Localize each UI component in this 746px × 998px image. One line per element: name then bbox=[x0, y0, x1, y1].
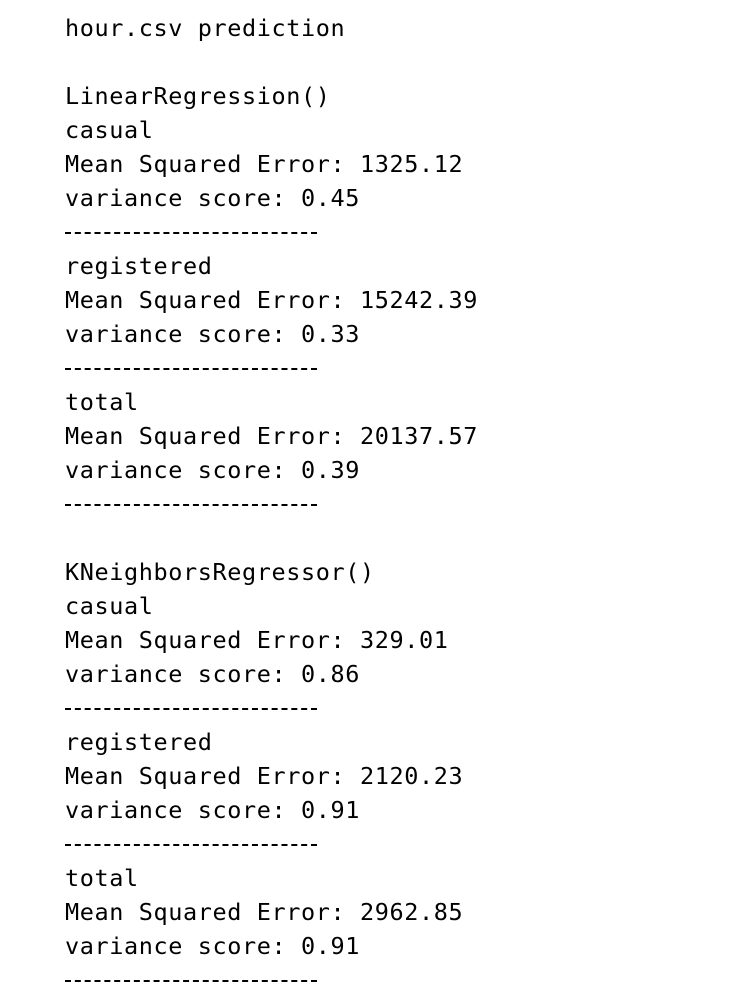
model-block-linear-regression: LinearRegression() casual Mean Squared E… bbox=[65, 79, 725, 521]
target-name: casual bbox=[65, 592, 154, 620]
target-block-registered: registered Mean Squared Error: 2120.23 v… bbox=[65, 725, 725, 861]
separator bbox=[65, 691, 317, 725]
separator bbox=[65, 215, 317, 249]
target-name: total bbox=[65, 864, 139, 892]
mse-line: Mean Squared Error: 2962.85 bbox=[65, 898, 464, 926]
target-name: casual bbox=[65, 116, 154, 144]
console-output: hour.csv prediction LinearRegression() c… bbox=[65, 11, 725, 997]
mse-line: Mean Squared Error: 20137.57 bbox=[65, 422, 478, 450]
mse-line: Mean Squared Error: 15242.39 bbox=[65, 286, 478, 314]
target-block-total: total Mean Squared Error: 2962.85 varian… bbox=[65, 861, 725, 997]
variance-line: variance score: 0.91 bbox=[65, 796, 360, 824]
model-name: KNeighborsRegressor() bbox=[65, 558, 375, 586]
target-name: total bbox=[65, 388, 139, 416]
mse-line: Mean Squared Error: 1325.12 bbox=[65, 150, 464, 178]
target-block-casual: casual Mean Squared Error: 329.01 varian… bbox=[65, 589, 725, 725]
variance-line: variance score: 0.45 bbox=[65, 184, 360, 212]
variance-line: variance score: 0.91 bbox=[65, 932, 360, 960]
target-block-total: total Mean Squared Error: 20137.57 varia… bbox=[65, 385, 725, 521]
target-name: registered bbox=[65, 728, 213, 756]
target-block-registered: registered Mean Squared Error: 15242.39 … bbox=[65, 249, 725, 385]
separator bbox=[65, 827, 317, 861]
separator bbox=[65, 963, 317, 997]
variance-line: variance score: 0.33 bbox=[65, 320, 360, 348]
model-name: LinearRegression() bbox=[65, 82, 331, 110]
model-block-kneighbors-regressor: KNeighborsRegressor() casual Mean Square… bbox=[65, 555, 725, 997]
target-name: registered bbox=[65, 252, 213, 280]
mse-line: Mean Squared Error: 2120.23 bbox=[65, 762, 464, 790]
separator bbox=[65, 487, 317, 521]
target-block-casual: casual Mean Squared Error: 1325.12 varia… bbox=[65, 113, 725, 249]
mse-line: Mean Squared Error: 329.01 bbox=[65, 626, 449, 654]
output-title: hour.csv prediction bbox=[65, 14, 346, 42]
variance-line: variance score: 0.86 bbox=[65, 660, 360, 688]
variance-line: variance score: 0.39 bbox=[65, 456, 360, 484]
separator bbox=[65, 351, 317, 385]
